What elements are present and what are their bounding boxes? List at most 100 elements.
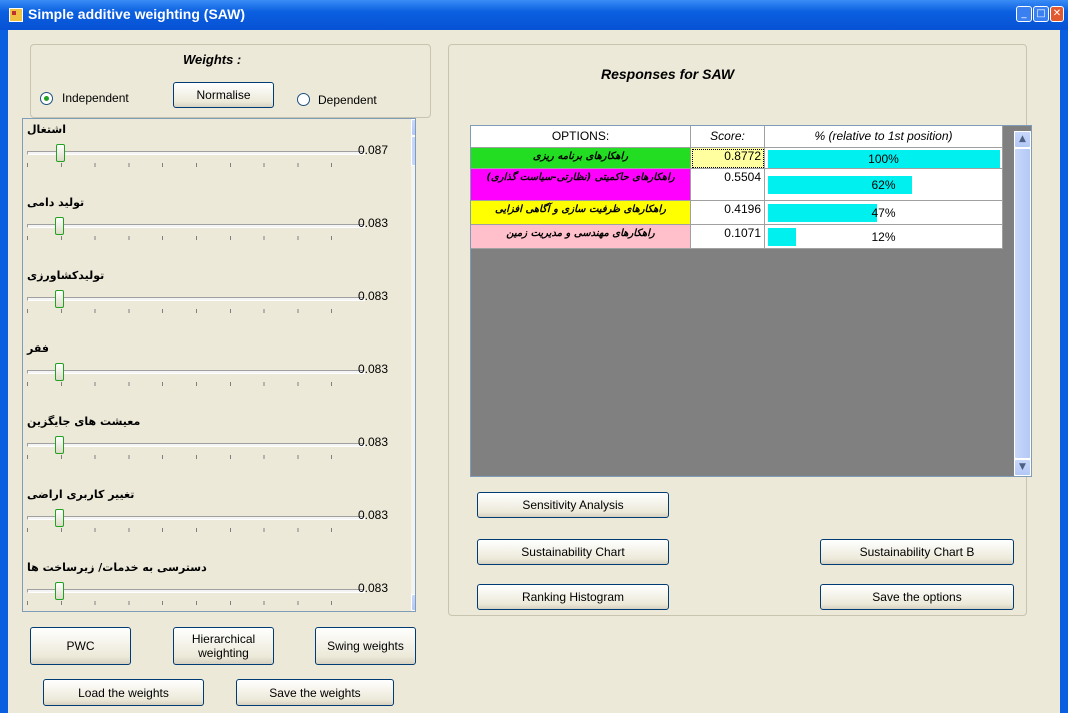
- column-header-percent[interactable]: % (relative to 1st position): [765, 126, 1003, 148]
- weight-slider-thumb[interactable]: [55, 290, 65, 308]
- criteria-scroll-thumb[interactable]: [411, 136, 415, 166]
- percent-cell[interactable]: 100%: [765, 148, 1003, 169]
- criteria-panel: اشتغال 0.087 تولید دامی 0.083 تولیدکشاورزی 0.…: [22, 118, 416, 612]
- weight-slider-track[interactable]: [27, 224, 365, 228]
- column-header-options[interactable]: OPTIONS:: [471, 126, 691, 148]
- weight-slider-track[interactable]: [27, 297, 365, 301]
- column-header-score[interactable]: Score:: [691, 126, 765, 148]
- ranking-histogram-button[interactable]: Ranking Histogram: [477, 584, 669, 610]
- weight-value: 0.087: [358, 143, 389, 157]
- load-weights-button[interactable]: Load the weights: [43, 679, 204, 706]
- slider-ticks: [27, 528, 365, 532]
- maximize-icon[interactable]: □: [1033, 6, 1049, 22]
- weight-slider-thumb[interactable]: [55, 582, 65, 600]
- grid-scroll-thumb[interactable]: [1014, 148, 1031, 459]
- sensitivity-analysis-button[interactable]: Sensitivity Analysis: [477, 492, 669, 518]
- weight-value: 0.083: [358, 581, 389, 595]
- ranking-histogram-label: Ranking Histogram: [521, 590, 625, 604]
- save-weights-label: Save the weights: [269, 685, 361, 700]
- responses-grid: OPTIONS: Score: % (relative to 1st posit…: [470, 125, 1032, 477]
- hierarchical-weighting-label: Hierarchical weighting: [191, 632, 256, 660]
- criterion-label: تولید دامی: [27, 196, 85, 209]
- weight-slider-thumb[interactable]: [55, 509, 65, 527]
- window-border-left: [0, 30, 8, 713]
- dependent-label[interactable]: Dependent: [318, 93, 377, 107]
- independent-radio[interactable]: [40, 92, 53, 105]
- scroll-down-icon[interactable]: ▼: [411, 594, 415, 611]
- option-cell[interactable]: راهکارهای ظرفیت سازی و آگاهی افزایی: [471, 201, 691, 225]
- independent-label[interactable]: Independent: [62, 91, 129, 105]
- option-cell[interactable]: راهکارهای حاکمیتی (نظارتی-سیاست گذاری): [471, 169, 691, 201]
- criterion-label: اشتغال: [27, 123, 66, 136]
- save-options-button[interactable]: Save the options: [820, 584, 1014, 610]
- normalise-button[interactable]: Normalise: [173, 82, 274, 108]
- criterion-label: تغییر کاربری اراضی: [27, 488, 135, 501]
- pwc-button[interactable]: PWC: [30, 627, 131, 665]
- percent-cell[interactable]: 47%: [765, 201, 1003, 225]
- minimize-icon[interactable]: _: [1016, 6, 1032, 22]
- slider-ticks: [27, 163, 365, 167]
- score-cell[interactable]: 0.5504: [691, 169, 765, 201]
- percent-cell[interactable]: 62%: [765, 169, 1003, 201]
- normalise-button-label: Normalise: [196, 88, 251, 102]
- scroll-up-icon[interactable]: ▲: [411, 119, 415, 136]
- slider-ticks: [27, 601, 365, 605]
- weight-slider-track[interactable]: [27, 589, 365, 593]
- criteria-scrollbar[interactable]: ▲ ▼: [411, 119, 415, 611]
- weights-heading: Weights :: [183, 52, 242, 67]
- grid-scroll-up-icon[interactable]: ▲: [1014, 131, 1031, 148]
- option-cell[interactable]: راهکارهای برنامه ریزی: [471, 148, 691, 169]
- option-cell[interactable]: راهکارهای مهندسی و مدیریت زمین: [471, 225, 691, 249]
- grid-scroll-down-icon[interactable]: ▼: [1014, 459, 1031, 476]
- sustainability-chart-label: Sustainability Chart: [521, 545, 625, 559]
- weight-slider-thumb[interactable]: [55, 363, 65, 381]
- weight-slider-track[interactable]: [27, 516, 365, 520]
- swing-weights-button[interactable]: Swing weights: [315, 627, 416, 665]
- criterion-label: فقر: [27, 342, 49, 355]
- save-options-label: Save the options: [872, 590, 962, 604]
- hierarchical-weighting-button[interactable]: Hierarchical weighting: [173, 627, 274, 665]
- sustainability-chart-b-button[interactable]: Sustainability Chart B: [820, 539, 1014, 565]
- title-bar: Simple additive weighting (SAW) _ □ ✕: [0, 0, 1068, 30]
- weight-value: 0.083: [358, 289, 389, 303]
- weight-slider-thumb[interactable]: [56, 144, 66, 162]
- score-cell[interactable]: 0.4196: [691, 201, 765, 225]
- weight-value: 0.083: [358, 435, 389, 449]
- slider-ticks: [27, 455, 365, 459]
- weight-value: 0.083: [358, 508, 389, 522]
- responses-heading: Responses for SAW: [601, 66, 735, 82]
- score-cell[interactable]: 0.8772: [691, 148, 765, 169]
- close-icon[interactable]: ✕: [1050, 6, 1064, 22]
- dependent-radio[interactable]: [297, 93, 310, 106]
- score-cell[interactable]: 0.1071: [691, 225, 765, 249]
- percent-text: 100%: [868, 152, 899, 166]
- criterion-label: دسترسی به خدمات/ زیرساخت ها: [27, 561, 207, 574]
- weight-value: 0.083: [358, 216, 389, 230]
- weight-slider-thumb[interactable]: [55, 217, 65, 235]
- sensitivity-analysis-label: Sensitivity Analysis: [522, 498, 624, 512]
- weight-value: 0.083: [358, 362, 389, 376]
- sustainability-chart-button[interactable]: Sustainability Chart: [477, 539, 669, 565]
- save-weights-button[interactable]: Save the weights: [236, 679, 394, 706]
- weight-slider-track[interactable]: [27, 443, 365, 447]
- window-border-right: [1060, 30, 1068, 713]
- criterion-label: تولیدکشاورزی: [27, 269, 105, 282]
- slider-ticks: [27, 382, 365, 386]
- weight-slider-track[interactable]: [27, 370, 365, 374]
- percent-text: 62%: [871, 178, 896, 192]
- weight-slider-thumb[interactable]: [55, 436, 65, 454]
- sustainability-chart-b-label: Sustainability Chart B: [859, 545, 975, 559]
- window-title: Simple additive weighting (SAW): [28, 6, 246, 22]
- load-weights-label: Load the weights: [78, 685, 169, 700]
- percent-cell[interactable]: 12%: [765, 225, 1003, 249]
- percent-text: 47%: [871, 206, 896, 220]
- swing-weights-label: Swing weights: [327, 639, 404, 653]
- weight-slider-track[interactable]: [27, 151, 365, 155]
- slider-ticks: [27, 309, 365, 313]
- app-icon: [9, 8, 23, 22]
- pwc-button-label: PWC: [66, 639, 95, 653]
- grid-scrollbar[interactable]: ▲ ▼: [1014, 131, 1031, 476]
- percent-text: 12%: [871, 230, 896, 244]
- slider-ticks: [27, 236, 365, 240]
- criterion-label: معیشت های جایگزین: [27, 415, 141, 428]
